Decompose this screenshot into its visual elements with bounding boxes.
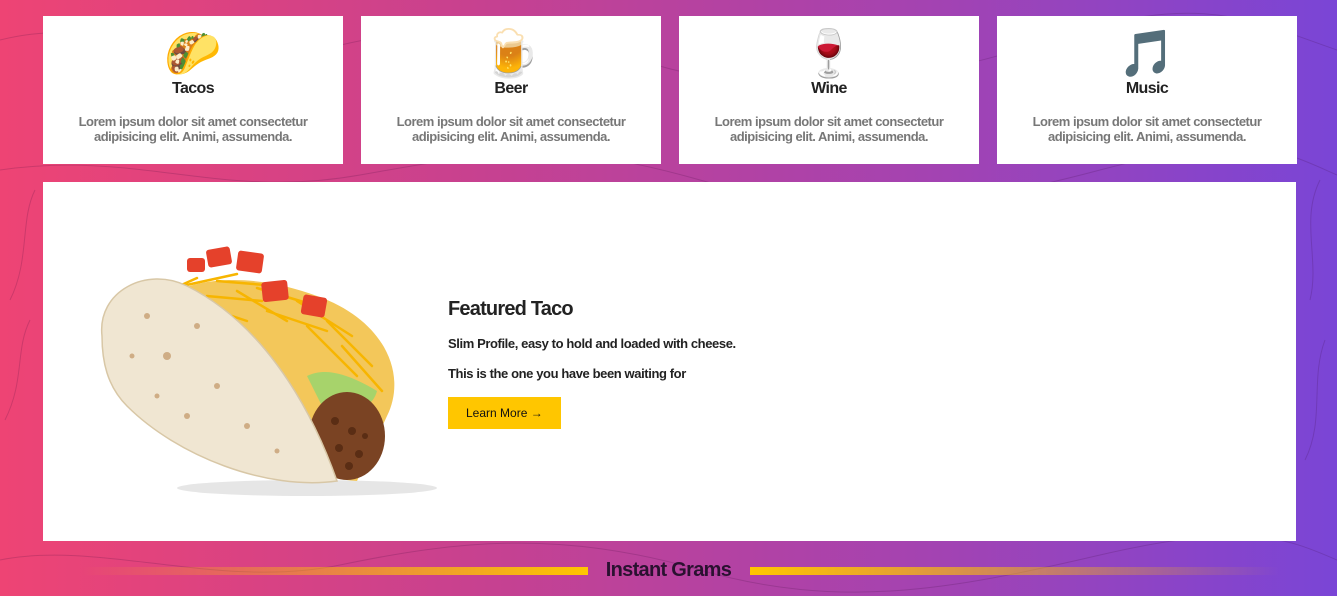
feature-text: Lorem ipsum dolor sit amet consectetur a… xyxy=(714,114,944,144)
featured-taco-content: Featured Taco Slim Profile, easy to hold… xyxy=(448,298,736,429)
featured-description: Slim Profile, easy to hold and loaded wi… xyxy=(448,336,736,351)
music-icon: 🎵 xyxy=(1118,26,1176,80)
feature-text: Lorem ipsum dolor sit amet consectetur a… xyxy=(78,114,308,144)
feature-cards: 🌮 Tacos Lorem ipsum dolor sit amet conse… xyxy=(43,16,1297,164)
feature-title: Beer xyxy=(494,80,528,97)
feature-card-wine: 🍷 Wine Lorem ipsum dolor sit amet consec… xyxy=(679,16,979,164)
feature-title: Tacos xyxy=(171,80,215,97)
featured-taco-panel: Featured Taco Slim Profile, easy to hold… xyxy=(43,182,1296,541)
feature-title: Music xyxy=(1125,80,1169,97)
featured-title: Featured Taco xyxy=(448,298,574,320)
feature-card-tacos: 🌮 Tacos Lorem ipsum dolor sit amet conse… xyxy=(43,16,343,164)
feature-card-music: 🎵 Music Lorem ipsum dolor sit amet conse… xyxy=(997,16,1297,164)
feature-text: Lorem ipsum dolor sit amet consectetur a… xyxy=(396,114,626,144)
instant-grams-heading: Instant Grams xyxy=(0,558,1337,584)
feature-text: Lorem ipsum dolor sit amet consectetur a… xyxy=(1032,114,1262,144)
taco-icon: 🌮 xyxy=(164,26,222,80)
learn-more-button[interactable]: Learn More → xyxy=(448,397,561,429)
section-title: Instant Grams xyxy=(605,559,732,581)
featured-tagline: This is the one you have been waiting fo… xyxy=(448,366,686,381)
feature-card-beer: 🍺 Beer Lorem ipsum dolor sit amet consec… xyxy=(361,16,661,164)
taco-image xyxy=(101,246,437,496)
feature-title: Wine xyxy=(811,80,847,97)
beer-icon: 🍺 xyxy=(482,26,540,80)
wine-icon: 🍷 xyxy=(800,26,858,80)
